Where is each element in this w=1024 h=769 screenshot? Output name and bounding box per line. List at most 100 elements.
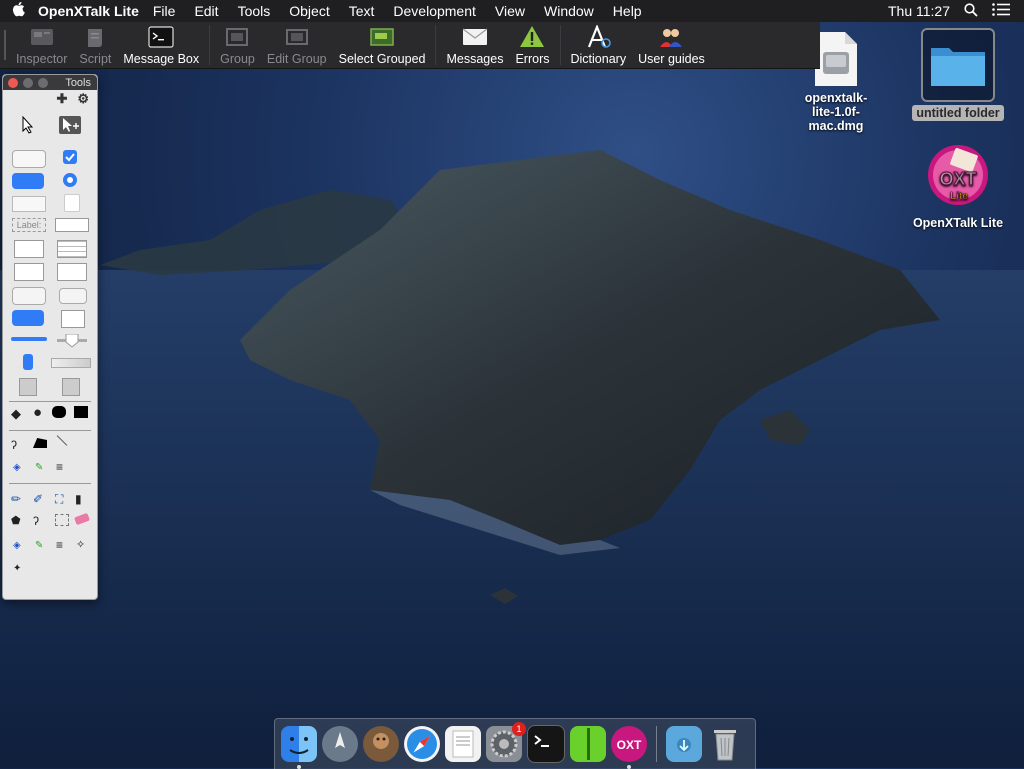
stepper-tool[interactable]	[23, 354, 33, 370]
pencil-icon[interactable]: ✏	[11, 492, 21, 506]
menu-file[interactable]: File	[153, 3, 176, 19]
menu-edit[interactable]: Edit	[194, 3, 218, 19]
menu-help[interactable]: Help	[613, 3, 642, 19]
archive-utility-icon[interactable]	[570, 726, 606, 762]
spray-can-icon[interactable]: ▮	[75, 492, 82, 506]
inspector-button[interactable]: Inspector	[10, 22, 73, 68]
dictionary-icon	[584, 25, 612, 49]
paint-color-icon[interactable]: ✎	[35, 540, 43, 551]
messages-button[interactable]: Messages	[440, 22, 509, 68]
select-grouped-button[interactable]: Select Grouped	[333, 22, 432, 68]
toolbar-separator	[209, 25, 211, 65]
untitled-folder-desktop-icon[interactable]: untitled folder	[912, 28, 1004, 121]
notification-center-icon[interactable]	[992, 3, 1010, 19]
radio-button-tool[interactable]	[63, 173, 77, 187]
finder-icon[interactable]	[281, 726, 317, 769]
oval-shape-icon[interactable]: ●	[33, 404, 42, 421]
palette-title-bar[interactable]: Tools	[3, 75, 97, 90]
spotlight-search-icon[interactable]	[964, 2, 978, 20]
label-field-tool[interactable]: Label:	[12, 218, 46, 232]
palette-minimize-button[interactable]	[23, 77, 33, 88]
bucket-fill-icon[interactable]: ⛶	[55, 492, 63, 507]
menu-tools[interactable]: Tools	[238, 3, 271, 19]
trash-icon[interactable]	[707, 726, 743, 762]
tab-panel-tool[interactable]	[61, 310, 85, 328]
dictionary-button[interactable]: Dictionary	[565, 22, 633, 68]
openxtalk-dock-icon[interactable]: OXT	[611, 726, 647, 769]
browse-tool-arrow-icon[interactable]	[21, 115, 35, 139]
openxtalk-app-desktop-icon[interactable]: OXT Lite OpenXTalk Lite	[906, 143, 1010, 230]
brush-size-icon[interactable]: ≡	[56, 538, 63, 552]
text-field-tool[interactable]	[55, 218, 89, 232]
openxtalk-app-label: OpenXTalk Lite	[912, 216, 1004, 230]
menu-object[interactable]: Object	[289, 3, 329, 19]
image-tool[interactable]	[19, 378, 37, 396]
downloads-folder-icon[interactable]	[666, 726, 702, 762]
progress-bar-tool[interactable]	[11, 337, 47, 341]
bucket-icon[interactable]: ◈	[13, 462, 21, 473]
player-tool[interactable]	[62, 378, 80, 396]
apple-menu-icon[interactable]	[0, 1, 38, 21]
menu-development[interactable]: Development	[393, 3, 476, 19]
sequel-pro-icon[interactable]	[363, 726, 399, 762]
textedit-icon[interactable]	[445, 726, 481, 762]
scrolling-field-tool[interactable]	[14, 240, 44, 258]
palette-close-button[interactable]	[8, 77, 18, 88]
data-grid-tool[interactable]	[57, 263, 87, 281]
gear-icon[interactable]: ⚙	[77, 91, 89, 107]
terminal-icon[interactable]	[527, 725, 565, 763]
select-rect-icon[interactable]	[55, 514, 69, 526]
app-menu[interactable]: OpenXTalk Lite	[38, 3, 139, 19]
toolbar-grip[interactable]	[0, 22, 10, 68]
fill-color-icon[interactable]: ◈	[13, 540, 21, 551]
launchpad-icon[interactable]	[322, 726, 358, 762]
script-button[interactable]: Script	[73, 22, 117, 68]
add-icon[interactable]: ✚	[56, 91, 67, 107]
line-tool-icon[interactable]	[56, 435, 68, 446]
rectangle-button-tool[interactable]	[12, 196, 46, 212]
list-field-tool[interactable]	[14, 263, 44, 281]
menu-text[interactable]: Text	[349, 3, 375, 19]
toolbar: Inspector Script Message Box Group Edit …	[0, 22, 820, 69]
rectangle-shape-icon[interactable]	[74, 406, 88, 418]
safari-compass-icon[interactable]	[404, 726, 440, 762]
folder-selection-box	[921, 28, 995, 102]
brush-icon[interactable]: ✐	[33, 492, 43, 506]
errors-button[interactable]: Errors	[509, 22, 555, 68]
running-indicator	[297, 765, 301, 769]
message-box-button[interactable]: Message Box	[117, 22, 205, 68]
spray-pattern-icon[interactable]: ✦	[13, 563, 21, 574]
tools-palette[interactable]: Tools ✚ ⚙ Label: ◆ ● ʔ ◈ ✎ ≡ ✏ ✐ ⛶ ▮ ⬟ ʔ…	[2, 74, 98, 600]
menubar-clock[interactable]: Thu 11:27	[888, 3, 950, 19]
rounded-rect-shape-icon[interactable]	[52, 406, 66, 418]
polygon-shape-icon[interactable]: ◆	[11, 406, 21, 422]
system-preferences-gear-icon[interactable]: 1	[486, 722, 526, 762]
push-button-tool[interactable]	[12, 150, 46, 168]
checkbox-tool[interactable]	[63, 150, 77, 164]
script-label: Script	[79, 52, 112, 66]
popup-menu-tool[interactable]	[12, 287, 46, 305]
group-button[interactable]: Group	[214, 22, 261, 68]
freehand-curve-icon[interactable]: ʔ	[11, 438, 17, 452]
pattern-icon[interactable]: ✧	[76, 538, 85, 551]
polygon-paint-icon[interactable]: ⬟	[11, 514, 21, 527]
menu-view[interactable]: View	[495, 3, 525, 19]
table-field-tool[interactable]	[57, 240, 87, 258]
scrollbar-tool[interactable]	[51, 358, 91, 368]
user-guides-button[interactable]: User guides	[632, 22, 711, 68]
lasso-icon[interactable]: ʔ	[33, 514, 39, 528]
menu-window[interactable]: Window	[544, 3, 594, 19]
edit-group-button[interactable]: Edit Group	[261, 22, 333, 68]
default-button-tool[interactable]	[12, 173, 44, 189]
transparent-button-tool[interactable]	[64, 194, 80, 212]
combo-box-tool[interactable]	[59, 288, 87, 304]
palette-zoom-button[interactable]	[38, 77, 48, 88]
line-weight-icon[interactable]: ≡	[56, 460, 63, 474]
edit-tool-pointer-icon[interactable]	[59, 116, 81, 134]
eraser-icon[interactable]	[74, 512, 90, 526]
option-menu-tool[interactable]	[12, 310, 44, 326]
irregular-polygon-icon[interactable]	[33, 438, 47, 448]
pencil-color-icon[interactable]: ✎	[35, 462, 43, 473]
dock: 1 OXT	[274, 718, 756, 769]
slider-tool[interactable]	[57, 333, 87, 348]
